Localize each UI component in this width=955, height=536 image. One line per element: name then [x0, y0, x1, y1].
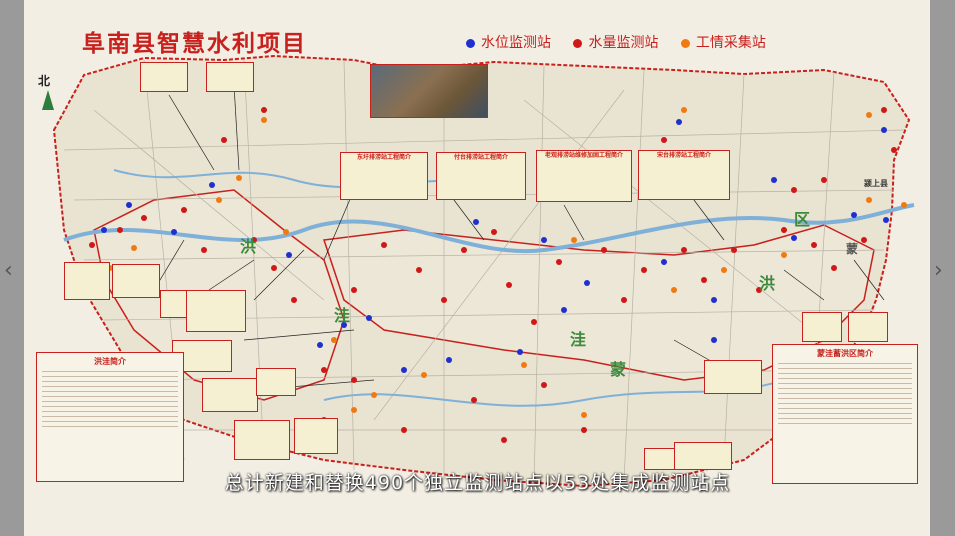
station-info-box: [186, 290, 246, 332]
red-dot-icon: [573, 38, 583, 48]
info-panel-mengwa: 蒙洼蓄洪区简介: [772, 344, 918, 484]
station-info-box: [294, 418, 338, 454]
station-info-box: [802, 312, 842, 342]
map-label: 区: [794, 210, 811, 229]
next-arrow-icon[interactable]: ›: [934, 258, 943, 283]
station-info-box: [140, 62, 188, 92]
legend-item-water-quantity: 水量监测站: [573, 32, 658, 52]
map-label: 洼: [334, 306, 351, 325]
map-title: 阜南县智慧水利项目: [82, 31, 307, 57]
station-info-box: [112, 264, 160, 298]
project-box-laoguan: 老观排涝站维修加固工程简介: [536, 150, 632, 202]
station-info-box: [234, 420, 290, 460]
legend: 水位监测站 水量监测站 工情采集站: [466, 32, 784, 52]
map-label: 洼: [570, 330, 587, 349]
station-info-box: [256, 368, 296, 396]
legend-item-work-condition: 工情采集站: [680, 32, 766, 52]
map-label: 洪: [240, 237, 257, 256]
orange-dot-icon: [680, 38, 690, 48]
compass-label: 北: [38, 74, 51, 88]
map-label: 蒙: [846, 242, 859, 256]
map-canvas: 北 东圩排涝站工程简介 付台排涝站工程简介 老观排涝站维修加固工程简介 宋台排涝…: [24, 0, 930, 536]
station-info-box: [674, 442, 732, 470]
prev-arrow-icon[interactable]: ‹: [4, 258, 13, 283]
project-box-futai: 付台排涝站工程简介: [436, 152, 526, 200]
video-subtitle: 总计新建和替换490个独立监测站点以53处集成监测站点: [224, 472, 731, 494]
north-arrow-icon: [42, 90, 54, 110]
county-label: 颍上县: [864, 179, 888, 188]
station-info-box: [704, 360, 762, 394]
legend-item-water-level: 水位监测站: [466, 32, 551, 52]
map-label: 蒙: [610, 360, 627, 379]
station-info-box: [206, 62, 254, 92]
station-info-box: [64, 262, 110, 300]
map-label: 洪: [759, 274, 776, 293]
info-panel-hongwa: 洪洼简介: [36, 352, 184, 482]
project-box-dongwei: 东圩排涝站工程简介: [340, 152, 428, 200]
blue-dot-icon: [466, 38, 475, 48]
station-info-box: [848, 312, 888, 342]
station-info-box: [202, 378, 258, 412]
project-box-songtai: 宋台排涝站工程简介: [638, 150, 730, 200]
project-photo: [370, 64, 488, 118]
